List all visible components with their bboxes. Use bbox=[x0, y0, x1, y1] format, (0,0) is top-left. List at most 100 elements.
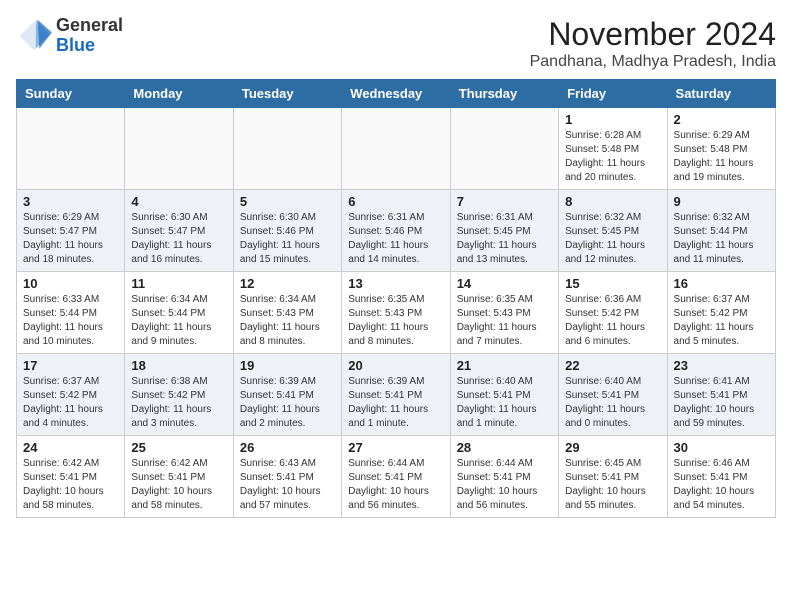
calendar-day-cell: 30 Sunrise: 6:46 AM Sunset: 5:41 PM Dayli… bbox=[667, 436, 775, 518]
day-info: Sunrise: 6:42 AM Sunset: 5:41 PM Dayligh… bbox=[23, 457, 118, 513]
day-number: 20 bbox=[348, 358, 443, 373]
day-info: Sunrise: 6:38 AM Sunset: 5:42 PM Dayligh… bbox=[131, 375, 226, 431]
day-number: 2 bbox=[674, 112, 769, 127]
location-title: Pandhana, Madhya Pradesh, India bbox=[530, 53, 776, 71]
day-info: Sunrise: 6:34 AM Sunset: 5:44 PM Dayligh… bbox=[131, 293, 226, 349]
calendar-day-cell: 13 Sunrise: 6:35 AM Sunset: 5:43 PM Dayli… bbox=[342, 272, 450, 354]
month-title: November 2024 bbox=[530, 16, 776, 53]
day-info: Sunrise: 6:40 AM Sunset: 5:41 PM Dayligh… bbox=[565, 375, 660, 431]
calendar-week-row: 10 Sunrise: 6:33 AM Sunset: 5:44 PM Dayli… bbox=[17, 272, 776, 354]
day-number: 8 bbox=[565, 194, 660, 209]
header-thursday: Thursday bbox=[450, 80, 558, 108]
day-number: 7 bbox=[457, 194, 552, 209]
calendar-day-cell: 28Sunrise: 6:44 AM Sunset: 5:41 PM Dayli… bbox=[450, 436, 558, 518]
calendar-day-cell: 6 Sunrise: 6:31 AM Sunset: 5:46 PM Daylig… bbox=[342, 190, 450, 272]
calendar-day-cell: 9 Sunrise: 6:32 AM Sunset: 5:44 PM Daylig… bbox=[667, 190, 775, 272]
day-number: 15 bbox=[565, 276, 660, 291]
calendar-day-cell: 2 Sunrise: 6:29 AM Sunset: 5:48 PM Daylig… bbox=[667, 108, 775, 190]
day-info: Sunrise: 6:28 AM Sunset: 5:48 PM Dayligh… bbox=[565, 129, 660, 185]
day-info: Sunrise: 6:31 AM Sunset: 5:45 PM Dayligh… bbox=[457, 211, 552, 267]
day-number: 18 bbox=[131, 358, 226, 373]
calendar-week-row: 24Sunrise: 6:42 AM Sunset: 5:41 PM Dayli… bbox=[17, 436, 776, 518]
logo-icon bbox=[16, 18, 52, 54]
day-number: 4 bbox=[131, 194, 226, 209]
calendar-day-cell: 25 Sunrise: 6:42 AM Sunset: 5:41 PM Dayli… bbox=[125, 436, 233, 518]
header-friday: Friday bbox=[559, 80, 667, 108]
calendar-day-cell: 10 Sunrise: 6:33 AM Sunset: 5:44 PM Dayli… bbox=[17, 272, 125, 354]
day-number: 10 bbox=[23, 276, 118, 291]
day-number: 12 bbox=[240, 276, 335, 291]
calendar-week-row: 3Sunrise: 6:29 AM Sunset: 5:47 PM Daylig… bbox=[17, 190, 776, 272]
day-number: 22 bbox=[565, 358, 660, 373]
day-number: 13 bbox=[348, 276, 443, 291]
day-number: 3 bbox=[23, 194, 118, 209]
calendar-day-cell: 11 Sunrise: 6:34 AM Sunset: 5:44 PM Dayli… bbox=[125, 272, 233, 354]
calendar-day-cell: 19Sunrise: 6:39 AM Sunset: 5:41 PM Dayli… bbox=[233, 354, 341, 436]
calendar-day-cell: 3Sunrise: 6:29 AM Sunset: 5:47 PM Daylig… bbox=[17, 190, 125, 272]
calendar-day-cell: 12 Sunrise: 6:34 AM Sunset: 5:43 PM Dayli… bbox=[233, 272, 341, 354]
calendar-week-row: 1 Sunrise: 6:28 AM Sunset: 5:48 PM Daylig… bbox=[17, 108, 776, 190]
calendar-day-cell: 22 Sunrise: 6:40 AM Sunset: 5:41 PM Dayli… bbox=[559, 354, 667, 436]
calendar-day-cell: 21Sunrise: 6:40 AM Sunset: 5:41 PM Dayli… bbox=[450, 354, 558, 436]
calendar-day-cell: 1 Sunrise: 6:28 AM Sunset: 5:48 PM Daylig… bbox=[559, 108, 667, 190]
day-number: 30 bbox=[674, 440, 769, 455]
day-number: 28 bbox=[457, 440, 552, 455]
header-monday: Monday bbox=[125, 80, 233, 108]
day-info: Sunrise: 6:29 AM Sunset: 5:48 PM Dayligh… bbox=[674, 129, 769, 185]
day-number: 9 bbox=[674, 194, 769, 209]
calendar-day-cell: 4 Sunrise: 6:30 AM Sunset: 5:47 PM Daylig… bbox=[125, 190, 233, 272]
day-number: 11 bbox=[131, 276, 226, 291]
header-saturday: Saturday bbox=[667, 80, 775, 108]
day-info: Sunrise: 6:40 AM Sunset: 5:41 PM Dayligh… bbox=[457, 375, 552, 431]
day-number: 29 bbox=[565, 440, 660, 455]
calendar-day-cell bbox=[125, 108, 233, 190]
header-tuesday: Tuesday bbox=[233, 80, 341, 108]
logo-text: General Blue bbox=[56, 16, 123, 56]
calendar-day-cell: 5Sunrise: 6:30 AM Sunset: 5:46 PM Daylig… bbox=[233, 190, 341, 272]
day-info: Sunrise: 6:44 AM Sunset: 5:41 PM Dayligh… bbox=[348, 457, 443, 513]
day-info: Sunrise: 6:41 AM Sunset: 5:41 PM Dayligh… bbox=[674, 375, 769, 431]
day-info: Sunrise: 6:32 AM Sunset: 5:45 PM Dayligh… bbox=[565, 211, 660, 267]
day-number: 16 bbox=[674, 276, 769, 291]
header-sunday: Sunday bbox=[17, 80, 125, 108]
day-number: 14 bbox=[457, 276, 552, 291]
day-info: Sunrise: 6:46 AM Sunset: 5:41 PM Dayligh… bbox=[674, 457, 769, 513]
day-number: 27 bbox=[348, 440, 443, 455]
day-info: Sunrise: 6:42 AM Sunset: 5:41 PM Dayligh… bbox=[131, 457, 226, 513]
calendar-day-cell bbox=[342, 108, 450, 190]
day-info: Sunrise: 6:39 AM Sunset: 5:41 PM Dayligh… bbox=[240, 375, 335, 431]
calendar-day-cell bbox=[450, 108, 558, 190]
calendar-day-cell: 26Sunrise: 6:43 AM Sunset: 5:41 PM Dayli… bbox=[233, 436, 341, 518]
day-info: Sunrise: 6:32 AM Sunset: 5:44 PM Dayligh… bbox=[674, 211, 769, 267]
day-info: Sunrise: 6:39 AM Sunset: 5:41 PM Dayligh… bbox=[348, 375, 443, 431]
day-info: Sunrise: 6:37 AM Sunset: 5:42 PM Dayligh… bbox=[674, 293, 769, 349]
calendar-day-cell: 18 Sunrise: 6:38 AM Sunset: 5:42 PM Dayli… bbox=[125, 354, 233, 436]
day-info: Sunrise: 6:43 AM Sunset: 5:41 PM Dayligh… bbox=[240, 457, 335, 513]
day-info: Sunrise: 6:36 AM Sunset: 5:42 PM Dayligh… bbox=[565, 293, 660, 349]
calendar-day-cell: 17Sunrise: 6:37 AM Sunset: 5:42 PM Dayli… bbox=[17, 354, 125, 436]
calendar-day-cell: 20 Sunrise: 6:39 AM Sunset: 5:41 PM Dayli… bbox=[342, 354, 450, 436]
calendar-day-cell: 15 Sunrise: 6:36 AM Sunset: 5:42 PM Dayli… bbox=[559, 272, 667, 354]
day-info: Sunrise: 6:37 AM Sunset: 5:42 PM Dayligh… bbox=[23, 375, 118, 431]
calendar-day-cell: 8 Sunrise: 6:32 AM Sunset: 5:45 PM Daylig… bbox=[559, 190, 667, 272]
day-info: Sunrise: 6:34 AM Sunset: 5:43 PM Dayligh… bbox=[240, 293, 335, 349]
calendar-day-cell: 24Sunrise: 6:42 AM Sunset: 5:41 PM Dayli… bbox=[17, 436, 125, 518]
day-number: 25 bbox=[131, 440, 226, 455]
day-number: 23 bbox=[674, 358, 769, 373]
day-info: Sunrise: 6:45 AM Sunset: 5:41 PM Dayligh… bbox=[565, 457, 660, 513]
day-info: Sunrise: 6:30 AM Sunset: 5:47 PM Dayligh… bbox=[131, 211, 226, 267]
calendar-day-cell: 16 Sunrise: 6:37 AM Sunset: 5:42 PM Dayli… bbox=[667, 272, 775, 354]
calendar-day-cell: 23 Sunrise: 6:41 AM Sunset: 5:41 PM Dayli… bbox=[667, 354, 775, 436]
day-info: Sunrise: 6:31 AM Sunset: 5:46 PM Dayligh… bbox=[348, 211, 443, 267]
day-number: 5 bbox=[240, 194, 335, 209]
title-block: November 2024 Pandhana, Madhya Pradesh, … bbox=[530, 16, 776, 71]
day-number: 6 bbox=[348, 194, 443, 209]
day-info: Sunrise: 6:33 AM Sunset: 5:44 PM Dayligh… bbox=[23, 293, 118, 349]
calendar-day-cell: 27 Sunrise: 6:44 AM Sunset: 5:41 PM Dayli… bbox=[342, 436, 450, 518]
header-wednesday: Wednesday bbox=[342, 80, 450, 108]
page-header: General Blue November 2024 Pandhana, Mad… bbox=[16, 16, 776, 71]
weekday-header-row: SundayMondayTuesdayWednesdayThursdayFrid… bbox=[17, 80, 776, 108]
calendar-day-cell bbox=[17, 108, 125, 190]
day-info: Sunrise: 6:35 AM Sunset: 5:43 PM Dayligh… bbox=[348, 293, 443, 349]
day-number: 1 bbox=[565, 112, 660, 127]
